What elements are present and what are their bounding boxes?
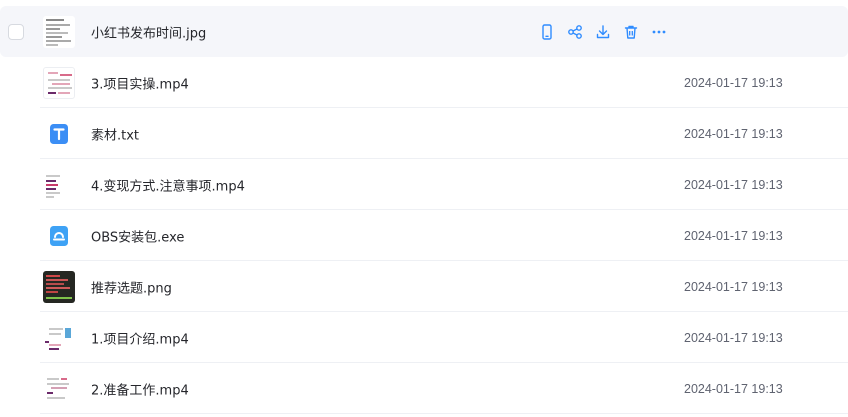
txt-file-icon	[43, 118, 75, 150]
phone-icon[interactable]	[538, 23, 556, 41]
modified-date: 2024-01-17 19:13	[684, 330, 783, 345]
file-name[interactable]: 2.准备工作.mp4	[91, 379, 189, 398]
row-actions	[538, 23, 668, 41]
image-thumbnail	[43, 15, 75, 48]
file-name[interactable]: 3.项目实操.mp4	[91, 73, 189, 92]
file-row[interactable]: 3.项目实操.mp4 2024-01-17 19:13	[0, 57, 848, 108]
modified-date: 2024-01-17 19:13	[684, 177, 783, 192]
file-row[interactable]: 2.准备工作.mp4 2024-01-17 19:13	[0, 363, 848, 414]
modified-date: 2024-01-17 19:13	[684, 75, 783, 90]
modified-date: 2024-01-17 19:13	[684, 279, 783, 294]
share-icon[interactable]	[566, 23, 584, 41]
video-thumbnail	[43, 66, 75, 99]
modified-date: 2024-01-17 19:13	[684, 381, 783, 396]
modified-date: 2024-01-17 19:13	[684, 126, 783, 141]
file-name[interactable]: 1.项目介绍.mp4	[91, 328, 189, 347]
row-checkbox[interactable]	[8, 23, 24, 40]
file-name[interactable]: 推荐选题.png	[91, 277, 172, 296]
more-icon[interactable]	[650, 23, 668, 41]
exe-file-icon	[43, 220, 75, 252]
modified-date: 2024-01-17 19:13	[684, 228, 783, 243]
video-thumbnail	[43, 321, 75, 354]
file-name[interactable]: 素材.txt	[91, 124, 139, 143]
file-list: 小红书发布时间.jpg 3.项目实操.mp4 2024-01-17 19:13 …	[0, 0, 848, 417]
video-thumbnail	[43, 372, 75, 405]
file-name[interactable]: 小红书发布时间.jpg	[91, 22, 206, 41]
file-row[interactable]: 1.项目介绍.mp4 2024-01-17 19:13	[0, 312, 848, 363]
file-row[interactable]: OBS安装包.exe 2024-01-17 19:13	[0, 210, 848, 261]
file-name[interactable]: 4.变现方式.注意事项.mp4	[91, 175, 245, 194]
file-row[interactable]: 素材.txt 2024-01-17 19:13	[0, 108, 848, 159]
video-thumbnail	[43, 168, 75, 201]
file-row[interactable]: 小红书发布时间.jpg	[0, 6, 848, 57]
image-thumbnail	[43, 270, 75, 303]
trash-icon[interactable]	[622, 23, 640, 41]
file-row[interactable]: 推荐选题.png 2024-01-17 19:13	[0, 261, 848, 312]
file-name[interactable]: OBS安装包.exe	[91, 226, 184, 245]
file-row[interactable]: 4.变现方式.注意事项.mp4 2024-01-17 19:13	[0, 159, 848, 210]
download-icon[interactable]	[594, 23, 612, 41]
